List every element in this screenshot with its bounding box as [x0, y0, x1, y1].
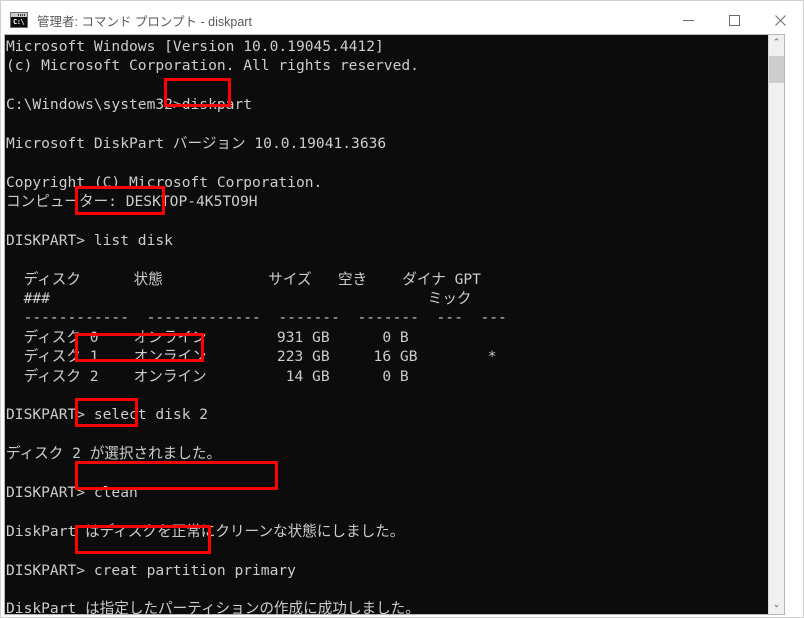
terminal-line: ディスク 2 オンライン 14 GB 0 B: [6, 367, 409, 385]
terminal-line: (c) Microsoft Corporation. All rights re…: [6, 57, 419, 75]
minimize-icon: [682, 19, 694, 21]
cmd-prompt-icon: C:\: [10, 12, 28, 28]
cmd-icon-prompt-glyph: C:\: [13, 18, 25, 26]
terminal-line: DiskPart は指定したパーティションの作成に成功しました。: [6, 600, 420, 615]
terminal-line: ------------ ------------- ------- -----…: [6, 309, 507, 327]
titlebar-left: C:\ 管理者: コマンド プロンプト - diskpart: [1, 11, 665, 30]
scroll-up-arrow-icon[interactable]: ⌃: [769, 35, 784, 52]
terminal-line: ディスク 状態 サイズ 空き ダイナ GPT: [6, 270, 481, 288]
close-icon: [774, 14, 786, 26]
terminal-line: ディスク 2 が選択されました。: [6, 445, 222, 463]
terminal-line: DISKPART> clean: [6, 483, 138, 501]
terminal-line: C:\Windows\system32>diskpart: [6, 96, 253, 114]
console-output-area[interactable]: Microsoft Windows [Version 10.0.19045.44…: [4, 34, 785, 615]
terminal-line: DiskPart はディスクを正常にクリーンな状態にしました。: [6, 522, 405, 540]
terminal-line: コンピューター: DESKTOP-4K5TO9H: [6, 193, 258, 211]
terminal-line: Copyright (C) Microsoft Corporation.: [6, 173, 323, 191]
terminal-line: ディスク 1 オンライン 223 GB 16 GB *: [6, 348, 497, 366]
terminal-line: DISKPART> select disk 2: [6, 406, 209, 424]
command-prompt-window: C:\ 管理者: コマンド プロンプト - diskpart Microsoft…: [0, 0, 804, 618]
scrollbar-thumb[interactable]: [769, 56, 784, 83]
window-title: 管理者: コマンド プロンプト - diskpart: [37, 14, 252, 29]
maximize-icon: [728, 14, 740, 26]
terminal-line: DISKPART> creat partition primary: [6, 561, 296, 579]
terminal-line: ### ミック: [6, 290, 472, 308]
terminal-text: Microsoft Windows [Version 10.0.19045.44…: [5, 35, 770, 614]
terminal-line: DISKPART> list disk: [6, 231, 173, 249]
terminal-line: Microsoft Windows [Version 10.0.19045.44…: [6, 38, 384, 55]
terminal-line: ディスク 0 オンライン 931 GB 0 B: [6, 328, 409, 346]
scroll-down-arrow-icon[interactable]: ⌄: [769, 597, 784, 614]
console-scrollbar[interactable]: ⌃ ⌄: [768, 35, 784, 614]
cmd-icon-dots: [18, 14, 26, 16]
terminal-line: Microsoft DiskPart バージョン 10.0.19041.3636: [6, 134, 387, 152]
